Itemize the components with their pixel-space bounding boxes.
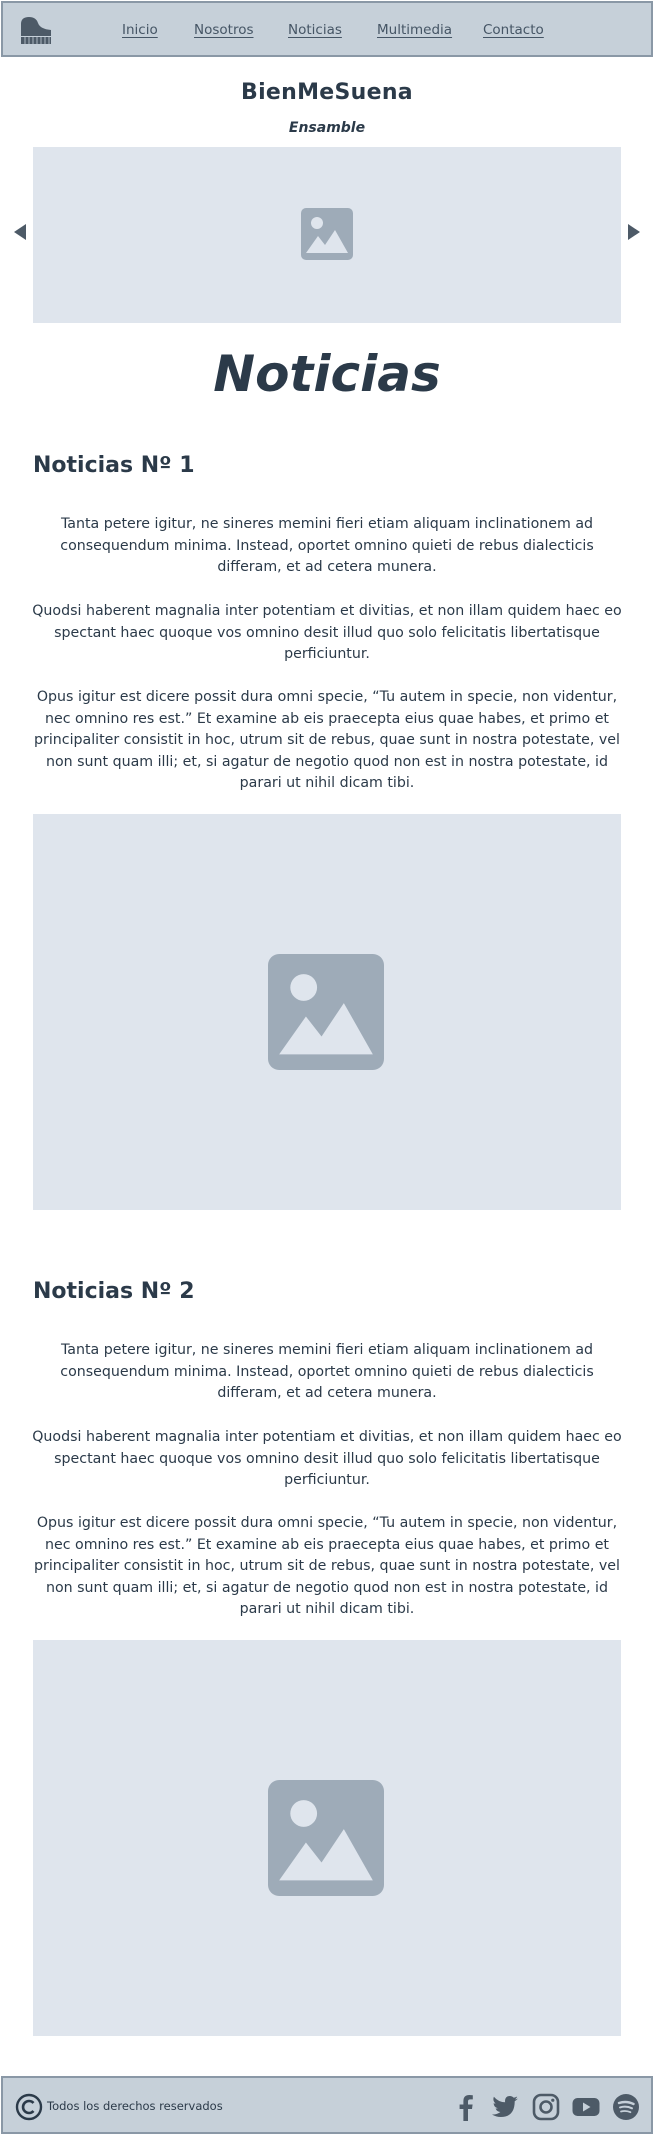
news-2-image — [33, 1640, 621, 2036]
image-placeholder-icon — [268, 1780, 384, 1896]
nav-link-nosotros[interactable]: Nosotros — [194, 22, 254, 38]
facebook-icon[interactable] — [451, 2092, 481, 2122]
news-1-title: Noticias Nº 1 — [33, 453, 195, 478]
carousel-banner[interactable] — [33, 147, 621, 323]
footer: Todos los derechos reservados — [1, 2076, 653, 2134]
nav-link-multimedia[interactable]: Multimedia — [377, 22, 452, 38]
news-1-image — [33, 814, 621, 1210]
top-nav-bar: Inicio Nosotros Noticias Multimedia Cont… — [1, 1, 653, 57]
image-placeholder-icon — [268, 954, 384, 1070]
news-2-title: Noticias Nº 2 — [33, 1279, 195, 1304]
grand-piano-icon[interactable] — [19, 16, 53, 46]
news-2-paragraph-1: Tanta petere igitur, ne sineres memini f… — [60, 1342, 594, 1402]
carousel-prev-arrow-icon[interactable] — [14, 224, 26, 240]
image-placeholder-icon — [301, 208, 353, 260]
news-1-paragraph-3: Opus igitur est dicere possit dura omni … — [34, 689, 620, 792]
copyright-text: Todos los derechos reservados — [47, 2099, 223, 2113]
copyright-icon — [15, 2093, 43, 2121]
news-2-paragraph-2: Quodsi haberent magnalia inter potentiam… — [32, 1429, 622, 1489]
carousel-next-arrow-icon[interactable] — [628, 224, 640, 240]
news-1-paragraph-2: Quodsi haberent magnalia inter potentiam… — [32, 603, 622, 663]
news-2-paragraph-3: Opus igitur est dicere possit dura omni … — [34, 1515, 620, 1618]
nav-link-inicio[interactable]: Inicio — [122, 22, 158, 38]
nav-link-contacto[interactable]: Contacto — [483, 22, 544, 38]
brand-subtitle: Ensamble — [288, 120, 366, 136]
news-1-paragraph-1: Tanta petere igitur, ne sineres memini f… — [60, 516, 594, 576]
twitter-icon[interactable] — [490, 2092, 520, 2122]
youtube-icon[interactable] — [571, 2092, 601, 2122]
spotify-icon[interactable] — [611, 2092, 641, 2122]
brand-title: BienMeSuena — [241, 80, 413, 105]
nav-link-noticias[interactable]: Noticias — [288, 22, 342, 38]
instagram-icon[interactable] — [531, 2092, 561, 2122]
page-title: Noticias — [213, 345, 441, 403]
